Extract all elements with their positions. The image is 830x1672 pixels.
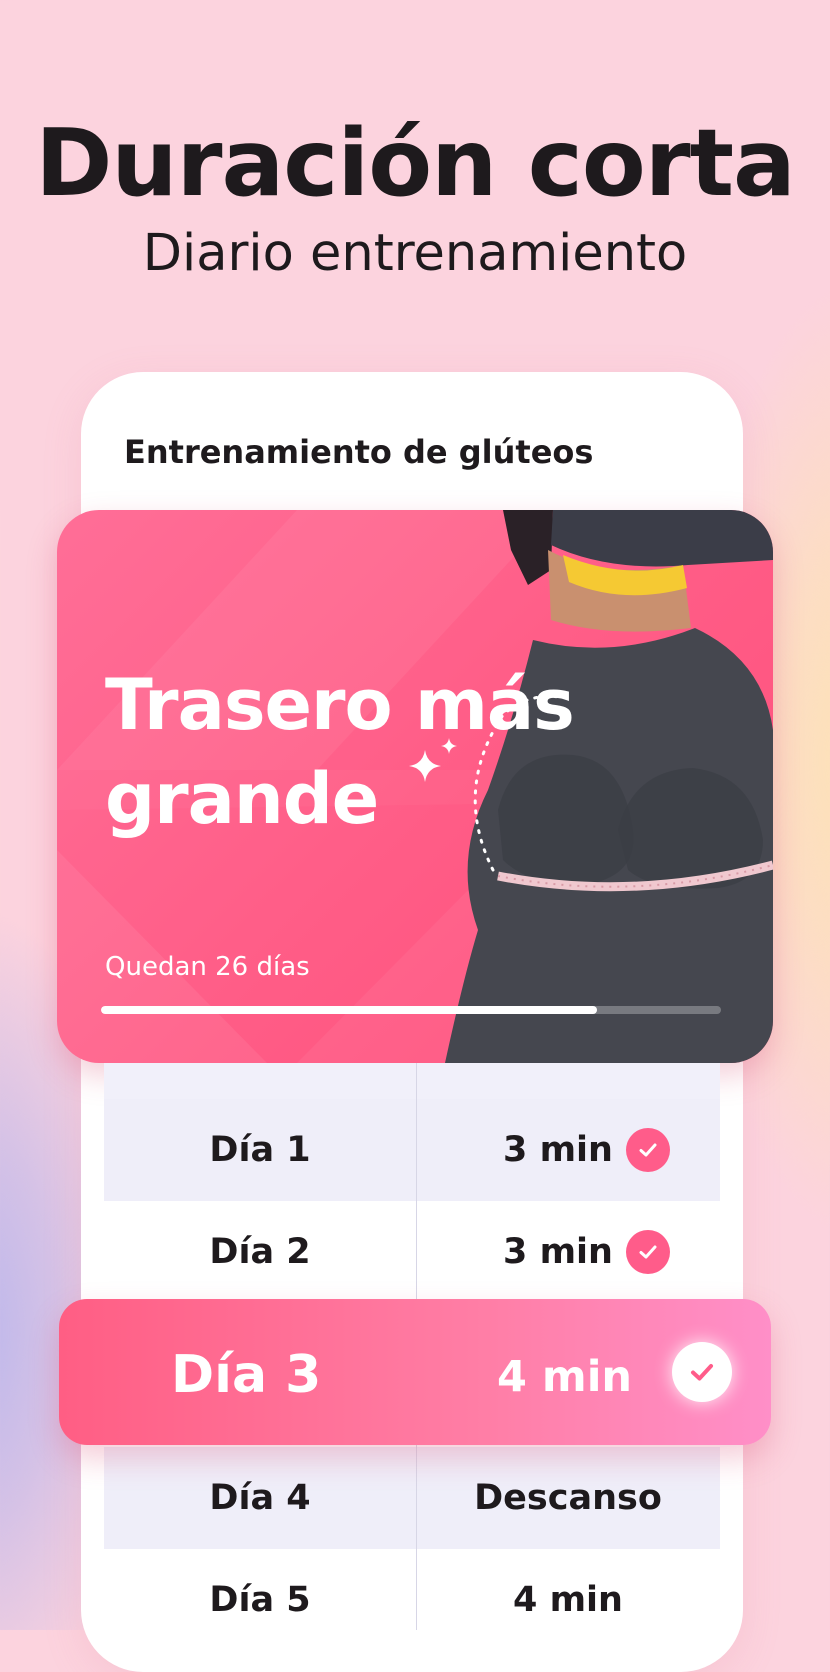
table-row[interactable]: Día 2 3 min — [104, 1201, 720, 1303]
workout-banner[interactable]: Trasero más grande Quedan 26 días — [57, 510, 773, 1063]
headline-subtitle: Diario entrenamiento — [142, 224, 688, 283]
plan-progress-fill — [101, 1006, 597, 1014]
day-label: Día 2 — [209, 1232, 311, 1272]
check-icon — [626, 1128, 670, 1172]
day-label: Día 5 — [209, 1580, 311, 1620]
duration-label: 4 min — [513, 1580, 623, 1620]
check-icon — [672, 1342, 732, 1402]
current-day-row[interactable]: Día 3 4 min — [59, 1299, 771, 1445]
current-day-label: Día 3 — [171, 1345, 322, 1405]
current-duration-label: 4 min — [497, 1352, 633, 1402]
headline-title: Duración corta — [35, 109, 796, 217]
column-divider — [416, 1063, 417, 1099]
workout-plan-title: Entrenamiento de glúteos — [124, 433, 594, 471]
plan-progress-bar — [101, 1006, 721, 1014]
duration-label: Descanso — [474, 1478, 662, 1518]
table-row[interactable]: Día 4 Descanso — [104, 1447, 720, 1549]
duration-label: 3 min — [503, 1232, 613, 1272]
table-row[interactable]: Día 1 3 min — [104, 1099, 720, 1201]
banner-title: Trasero más grande — [105, 664, 575, 840]
table-row-stub — [104, 1063, 720, 1099]
day-label: Día 4 — [209, 1478, 311, 1518]
duration-label: 3 min — [503, 1130, 613, 1170]
table-row[interactable]: Día 5 4 min — [104, 1549, 720, 1630]
check-icon — [626, 1230, 670, 1274]
day-label: Día 1 — [209, 1130, 311, 1170]
days-remaining-label: Quedan 26 días — [105, 952, 310, 982]
